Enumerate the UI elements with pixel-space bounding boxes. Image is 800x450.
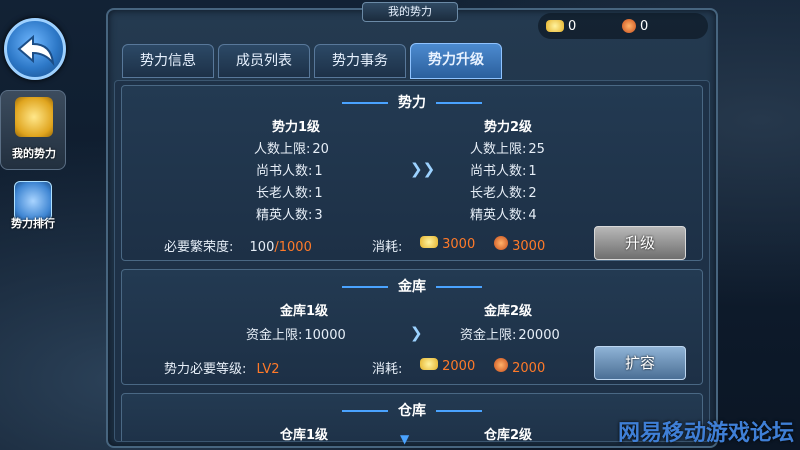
upgrade-arrow-icon: ❯ — [410, 324, 423, 342]
red-coin-icon — [494, 236, 508, 250]
stat-row: 精英人数: 3 — [256, 208, 323, 223]
to-level: 金库2级 — [484, 304, 533, 319]
stat-row: 长老人数: 2 — [470, 186, 537, 201]
sidebar-item-label: 我的势力 — [12, 147, 56, 160]
gold-ingot-icon — [420, 236, 438, 248]
warehouse-panel: 仓库 仓库1级 仓库2级 — [121, 393, 703, 442]
sidebar-item-power-ranking[interactable]: 势力排行 — [0, 175, 66, 255]
from-level: 金库1级 — [280, 304, 329, 319]
red-cost: 2000 — [494, 358, 545, 376]
tab-power-affairs[interactable]: 势力事务 — [314, 44, 406, 78]
sidebar-item-my-power[interactable]: 我的势力 — [0, 90, 66, 170]
section-title: 仓库 — [122, 400, 702, 420]
upgrade-content: 势力 势力1级 势力2级 人数上限: 20 尚书人数: 1 长老人数: 1 精英人数:… — [114, 80, 710, 442]
from-level: 仓库1级 — [280, 428, 329, 442]
gold-ingot-icon — [546, 20, 564, 32]
section-title: 势力 — [122, 92, 702, 112]
window-title: 我的势力 — [362, 2, 458, 22]
stat-row: 人数上限: 20 — [254, 142, 329, 157]
cost-label: 消耗: — [372, 240, 403, 255]
stat-row: 尚书人数: 1 — [256, 164, 323, 179]
red-coin-icon — [494, 358, 508, 372]
treasury-panel: 金库 金库1级 金库2级 资金上限: 10000 ❯ 资金上限: 20000 势力必… — [121, 269, 703, 385]
gold-ingot-icon — [420, 358, 438, 370]
faction-banner-icon — [15, 97, 53, 137]
red-amount: 0 — [640, 18, 649, 34]
capital-row: 资金上限: 20000 — [460, 328, 560, 343]
upgrade-button[interactable]: 升级 — [594, 226, 686, 260]
scroll-down-icon[interactable]: ▼ — [400, 432, 409, 446]
capital-row: 资金上限: 10000 — [246, 328, 346, 343]
upgrade-arrow-icon: ❯❯ — [410, 160, 436, 178]
red-cost: 3000 — [494, 236, 545, 254]
gold-cost: 2000 — [420, 358, 475, 374]
cost-label: 消耗: — [372, 362, 403, 377]
required-level: 势力必要等级: LV2 — [164, 362, 280, 377]
stat-row: 精英人数: 4 — [470, 208, 537, 223]
back-button[interactable] — [4, 18, 66, 80]
tab-power-info[interactable]: 势力信息 — [122, 44, 214, 78]
stat-row: 长老人数: 1 — [256, 186, 323, 201]
power-panel: 势力 势力1级 势力2级 人数上限: 20 尚书人数: 1 长老人数: 1 精英人数:… — [121, 85, 703, 261]
prosperity-requirement: 必要繁荣度: 100/1000 — [164, 240, 312, 255]
from-level: 势力1级 — [272, 120, 321, 135]
to-level: 仓库2级 — [484, 428, 533, 442]
expand-button[interactable]: 扩容 — [594, 346, 686, 380]
red-currency: 0 — [622, 15, 648, 37]
red-coin-icon — [622, 19, 636, 33]
section-title: 金库 — [122, 276, 702, 296]
tab-power-upgrade[interactable]: 势力升级 — [410, 43, 502, 79]
stat-row: 人数上限: 25 — [470, 142, 545, 157]
forum-watermark: 网易移动游戏论坛 — [617, 421, 794, 446]
stat-row: 尚书人数: 1 — [470, 164, 537, 179]
sidebar-item-label: 势力排行 — [11, 217, 55, 230]
gold-amount: 0 — [568, 18, 577, 34]
to-level: 势力2级 — [484, 120, 533, 135]
tab-member-list[interactable]: 成员列表 — [218, 44, 310, 78]
gold-cost: 3000 — [420, 236, 475, 252]
gold-currency: 0 — [546, 15, 576, 37]
back-arrow-icon — [17, 35, 55, 67]
